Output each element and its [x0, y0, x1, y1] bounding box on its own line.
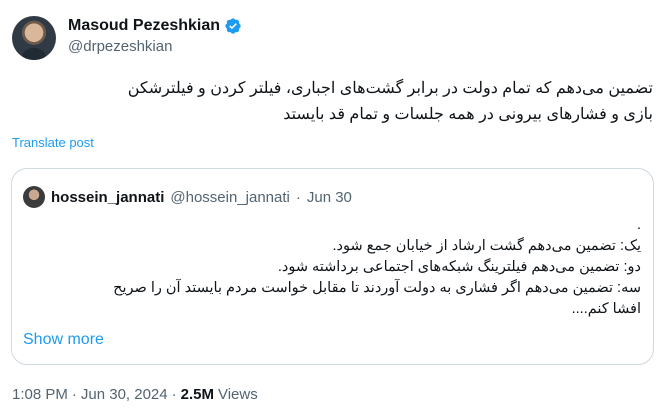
quoted-text-line: .: [636, 217, 641, 233]
tweet-header: Masoud Pezeshkian @drpezeshkian: [12, 12, 652, 62]
tweet-text-line: تضمین می‌دهم که تمام دولت در برابر گشت‌ه…: [127, 80, 653, 97]
author-names: Masoud Pezeshkian @drpezeshkian: [68, 16, 242, 57]
quoted-author-handle: @hossein_jannati: [170, 188, 290, 206]
quoted-text-line: افشا کنم....: [571, 301, 641, 317]
quoted-tweet-text: . یک: تضمین می‌دهم گشت ارشاد از خیابان ج…: [41, 215, 641, 320]
views-label: Views: [217, 386, 258, 403]
footer-separator: ·: [171, 386, 177, 403]
translate-post-link[interactable]: Translate post: [12, 135, 94, 150]
post-time[interactable]: 1:08 PM: [12, 386, 68, 403]
quoted-text-line: دو: تضمین می‌دهم فیلترینگ شبکه‌های اجتما…: [277, 259, 641, 275]
author-handle[interactable]: @drpezeshkian: [68, 37, 242, 57]
footer-separator: ·: [71, 386, 77, 403]
quoted-tweet-card[interactable]: hossein_jannati @hossein_jannati · Jun 3…: [11, 168, 654, 365]
quoted-text-line: یک: تضمین می‌دهم گشت ارشاد از خیابان جمع…: [332, 238, 642, 254]
author-display-name[interactable]: Masoud Pezeshkian: [68, 16, 220, 36]
show-more-link[interactable]: Show more: [23, 331, 104, 349]
quoted-author-name: hossein_jannati: [51, 188, 165, 206]
tweet-text-line: بازی و فشارهای بیرونی در همه جلسات و تما…: [283, 106, 653, 123]
quoted-tweet-header: hossein_jannati @hossein_jannati · Jun 3…: [23, 185, 352, 209]
quoted-separator: ·: [295, 188, 301, 206]
tweet-text: تضمین می‌دهم که تمام دولت در برابر گشت‌ه…: [13, 76, 653, 128]
views-count: 2.5M: [180, 386, 214, 403]
verified-badge-icon[interactable]: [224, 17, 242, 35]
quoted-date: Jun 30: [306, 188, 352, 206]
tweet-footer: 1:08 PM · Jun 30, 2024 · 2.5M Views: [12, 386, 258, 403]
quoted-author-avatar: [23, 186, 45, 208]
author-display-name-row: Masoud Pezeshkian: [68, 16, 242, 36]
author-avatar[interactable]: [12, 16, 56, 60]
quoted-text-line: سه: تضمین می‌دهم اگر فشاری به دولت آوردن…: [113, 280, 641, 296]
post-date[interactable]: Jun 30, 2024: [81, 386, 168, 403]
